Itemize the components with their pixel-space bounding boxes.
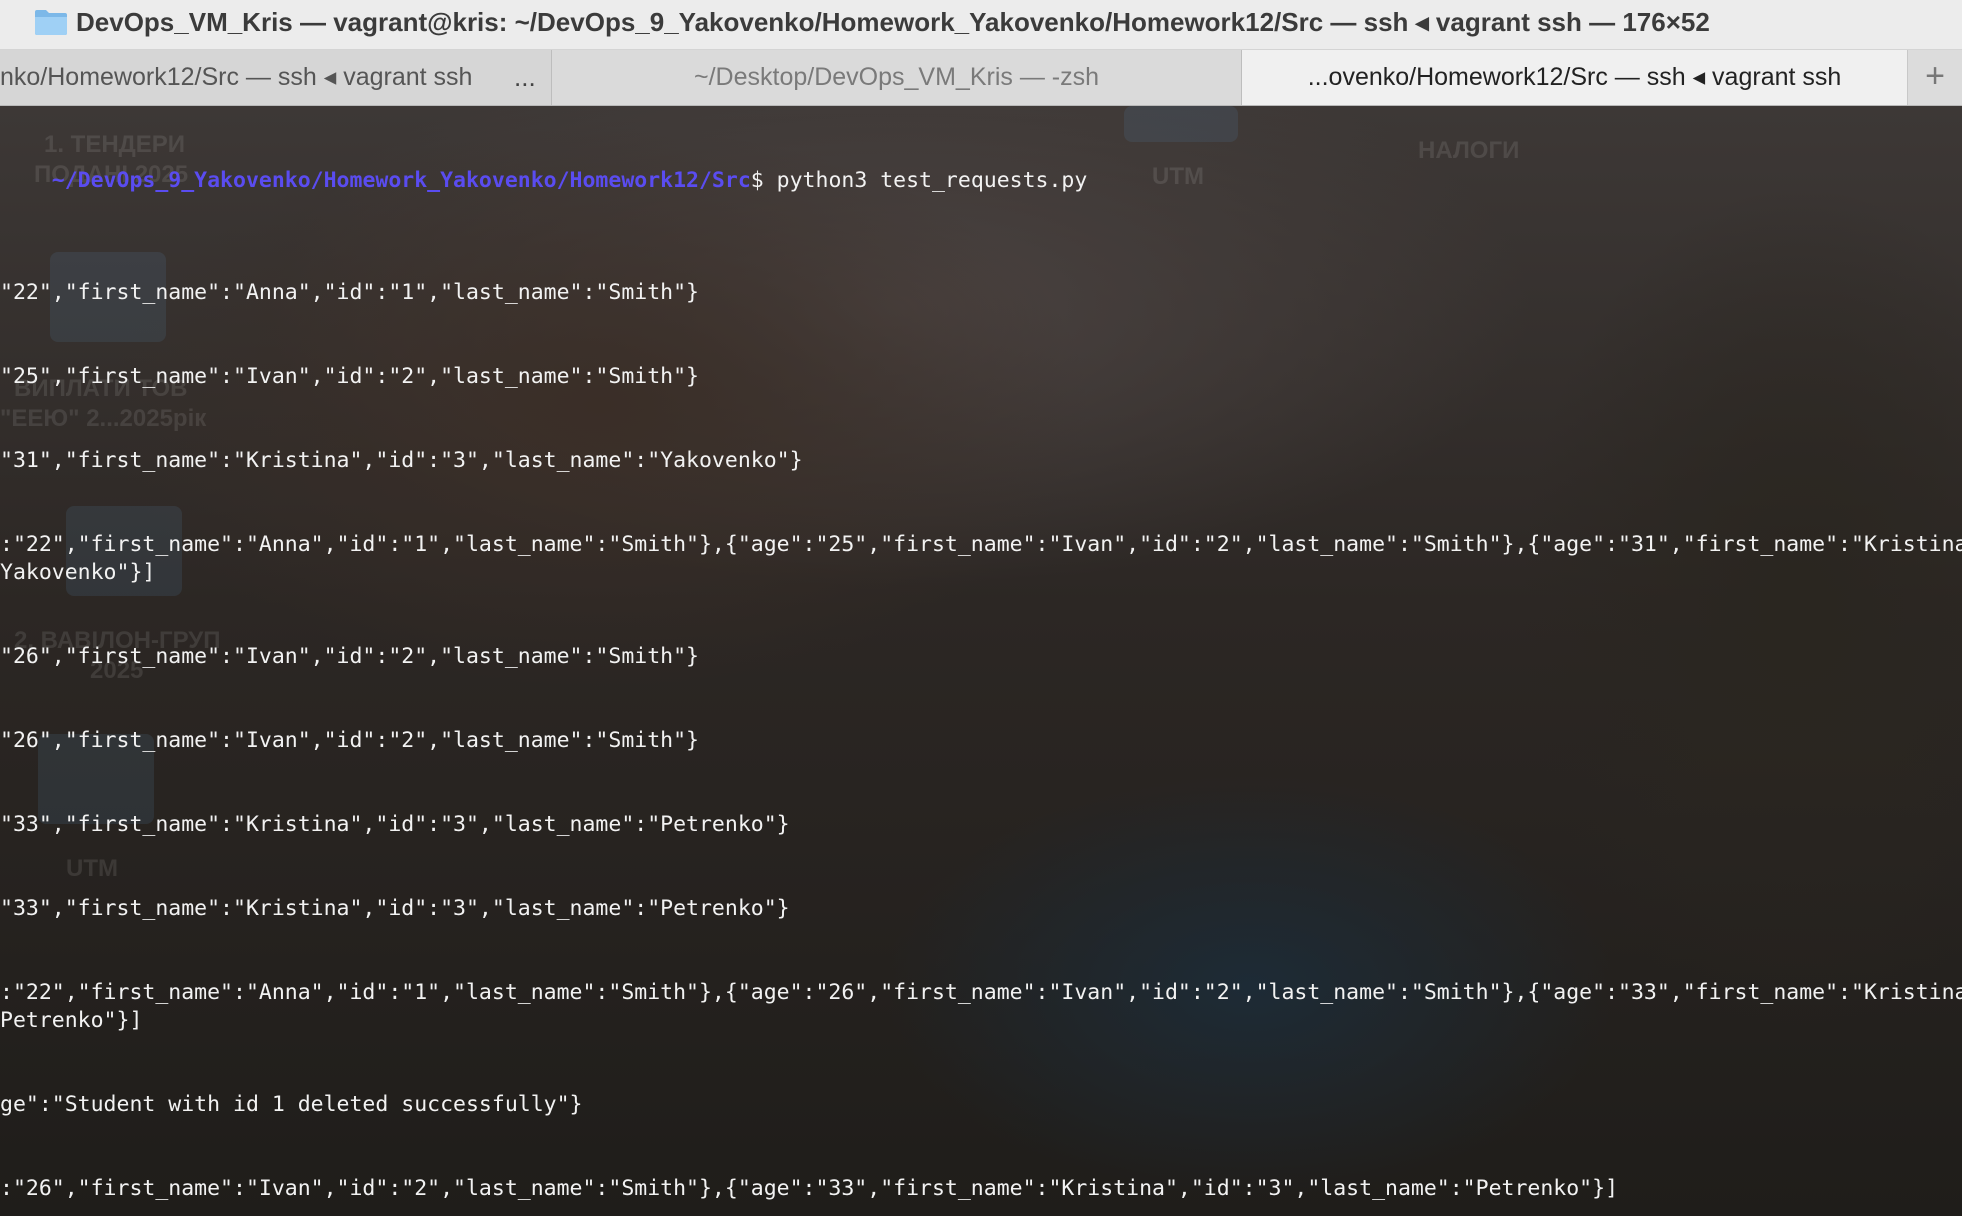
tab-overflow-icon[interactable]: ... xyxy=(514,50,536,105)
output-line: Yakovenko"}] xyxy=(0,560,156,585)
output-line: "26","first_name":"Ivan","id":"2","last_… xyxy=(0,728,699,753)
tab-bar: nko/Homework12/Src — ssh ◂ vagrant ssh .… xyxy=(0,50,1962,106)
output-line: ge":"Student with id 1 deleted successfu… xyxy=(0,1092,583,1117)
add-tab-button[interactable]: + xyxy=(1908,50,1962,105)
output-line: :"22","first_name":"Anna","id":"1","last… xyxy=(0,980,1962,1005)
desktop-label: НАЛОГИ xyxy=(1418,137,1520,164)
desktop-label: UTM xyxy=(1152,163,1204,190)
output-line: :"26","first_name":"Ivan","id":"2","last… xyxy=(0,1176,1619,1201)
output-line: "33","first_name":"Kristina","id":"3","l… xyxy=(0,896,790,921)
tab-desktop-zsh[interactable]: ~/Desktop/DevOps_VM_Kris — -zsh xyxy=(552,50,1242,105)
tab-vagrant-ssh-active[interactable]: ...ovenko/Homework12/Src — ssh ◂ vagrant… xyxy=(1242,50,1908,105)
desktop-drive-icon xyxy=(1124,106,1238,142)
tab-label: ...ovenko/Homework12/Src — ssh ◂ vagrant… xyxy=(1307,63,1842,91)
tab-vagrant-ssh-1[interactable]: nko/Homework12/Src — ssh ◂ vagrant ssh .… xyxy=(0,50,552,105)
prompt-line: ~/DevOps_9_Yakovenko/Homework_Yakovenko/… xyxy=(0,139,1088,223)
output-line: "22","first_name":"Anna","id":"1","last_… xyxy=(0,280,699,305)
prompt-symbol: $ xyxy=(750,168,764,193)
output-line: "26","first_name":"Ivan","id":"2","last_… xyxy=(0,644,699,669)
output-line: Petrenko"}] xyxy=(0,1008,143,1033)
folder-icon xyxy=(35,10,67,35)
output-line: "31","first_name":"Kristina","id":"3","l… xyxy=(0,448,803,473)
desktop-label: "ЕЕЮ" 2...2025рік xyxy=(0,405,207,432)
output-line: "33","first_name":"Kristina","id":"3","l… xyxy=(0,812,790,837)
output-line: "25","first_name":"Ivan","id":"2","last_… xyxy=(0,364,699,389)
command-text: python3 test_requests.py xyxy=(763,168,1088,193)
terminal-output[interactable]: 1. ТЕНДЕРИ ПОДАНІ 2025 UTM НАЛОГИ ВИПЛАТ… xyxy=(0,106,1962,1216)
output-line: :"22","first_name":"Anna","id":"1","last… xyxy=(0,532,1962,557)
tab-label: nko/Homework12/Src — ssh ◂ vagrant ssh xyxy=(0,63,473,91)
window-title-bar[interactable]: DevOps_VM_Kris — vagrant@kris: ~/DevOps_… xyxy=(0,0,1962,50)
window-title: DevOps_VM_Kris — vagrant@kris: ~/DevOps_… xyxy=(76,7,1710,37)
desktop-label: UTM xyxy=(66,855,118,882)
tab-label: ~/Desktop/DevOps_VM_Kris — -zsh xyxy=(694,63,1099,91)
prompt-path: ~/DevOps_9_Yakovenko/Homework_Yakovenko/… xyxy=(51,168,751,193)
